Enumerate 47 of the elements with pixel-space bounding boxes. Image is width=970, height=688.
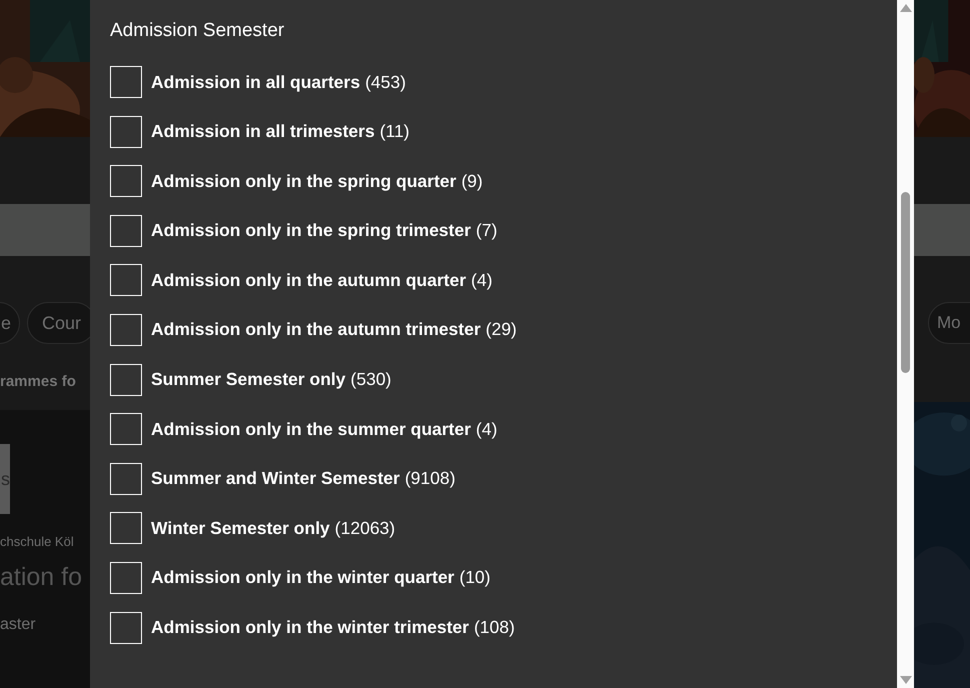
option-count: (11) bbox=[380, 121, 410, 142]
checkbox[interactable] bbox=[110, 512, 142, 544]
option-label[interactable]: Winter Semester only bbox=[151, 518, 330, 539]
filter-chip[interactable]: e bbox=[0, 302, 20, 344]
option-count: (29) bbox=[486, 319, 517, 340]
option-count: (9) bbox=[461, 170, 483, 192]
option-label[interactable]: Summer and Winter Semester bbox=[151, 468, 400, 490]
option-label[interactable]: Admission only in the spring quarter bbox=[151, 170, 456, 192]
checkbox[interactable] bbox=[110, 116, 142, 148]
option-label[interactable]: Admission only in the autumn quarter bbox=[151, 270, 466, 291]
option-count: (7) bbox=[476, 220, 498, 242]
programme-title: ation fo bbox=[0, 563, 84, 592]
degree-label: aster bbox=[0, 616, 37, 634]
option-count: (9108) bbox=[404, 468, 456, 490]
checkbox[interactable] bbox=[110, 612, 142, 644]
checkbox[interactable] bbox=[110, 66, 142, 98]
checkbox[interactable] bbox=[110, 264, 142, 296]
filter-chip[interactable]: Cour bbox=[27, 302, 90, 344]
option-label[interactable]: Admission in all quarters bbox=[151, 72, 360, 92]
option-label[interactable]: Summer Semester only bbox=[151, 369, 346, 390]
scrollbar[interactable] bbox=[897, 0, 914, 688]
option-count: (108) bbox=[474, 617, 515, 638]
option-count: (4) bbox=[471, 270, 492, 291]
option-count: (10) bbox=[459, 567, 490, 588]
option-count: (12063) bbox=[334, 518, 396, 539]
option-count: (530) bbox=[350, 369, 392, 390]
checkbox[interactable] bbox=[110, 413, 142, 446]
option-label[interactable]: Admission only in the autumn trimester bbox=[151, 319, 481, 340]
option-label[interactable]: Admission only in the spring trimester bbox=[151, 220, 471, 242]
option-label[interactable]: Admission only in the winter quarter bbox=[151, 567, 454, 588]
option-label[interactable]: Admission in all trimesters bbox=[151, 121, 375, 142]
option-label[interactable]: Admission only in the summer quarter bbox=[151, 418, 471, 440]
option-count: (4) bbox=[476, 418, 498, 440]
section-heading: rammes fo bbox=[0, 373, 77, 390]
option-label[interactable]: Admission only in the winter trimester bbox=[151, 617, 469, 638]
filter-chip[interactable]: Mo bbox=[928, 302, 970, 344]
option-count: (453) bbox=[365, 72, 406, 92]
scrollbar-thumb[interactable] bbox=[901, 192, 910, 373]
checkbox[interactable] bbox=[110, 562, 142, 594]
checkbox[interactable] bbox=[110, 314, 142, 346]
checkbox[interactable] bbox=[110, 165, 142, 198]
institution-name: chschule Köl bbox=[0, 534, 75, 549]
header-band bbox=[914, 137, 970, 204]
checkbox[interactable] bbox=[110, 462, 142, 495]
dialog-title: Admission Semester bbox=[110, 20, 286, 42]
checkbox[interactable] bbox=[110, 214, 142, 247]
checkbox[interactable] bbox=[110, 364, 142, 396]
